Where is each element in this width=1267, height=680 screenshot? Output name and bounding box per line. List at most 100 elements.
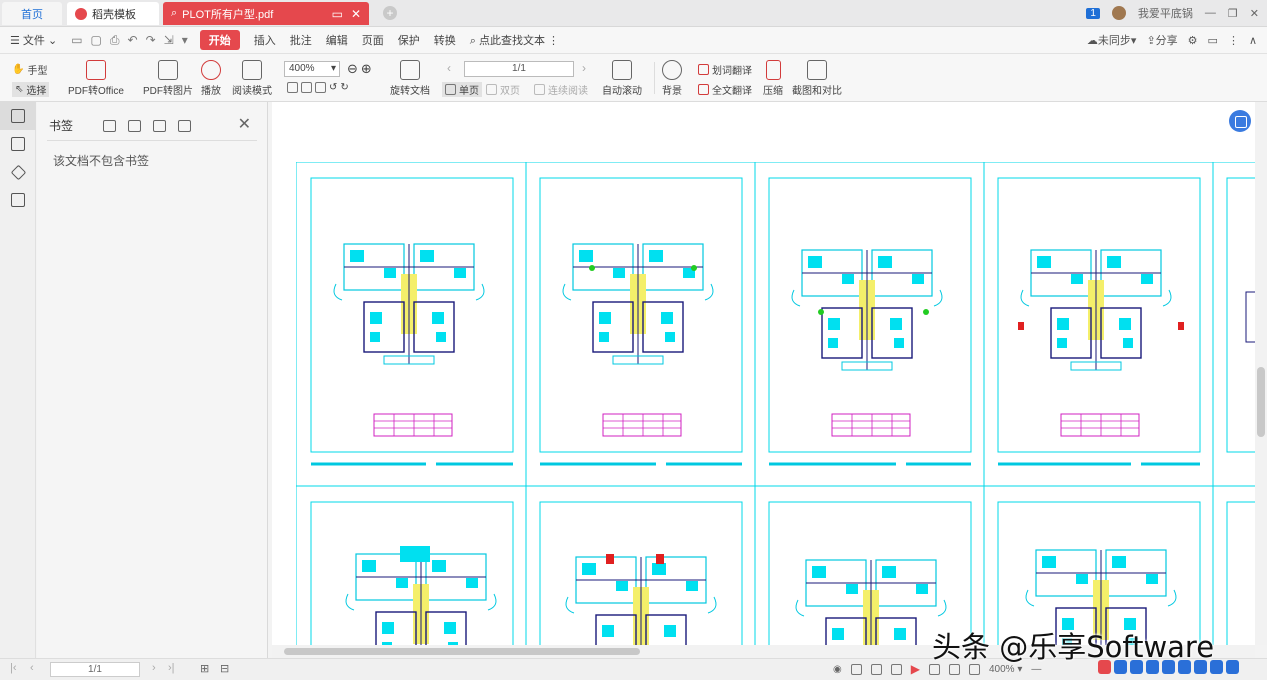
status-fit-icon[interactable]	[890, 663, 902, 675]
tab-start[interactable]: 开始	[199, 30, 240, 50]
open-folder-icon[interactable]: ▭	[71, 33, 82, 48]
share-button[interactable]: ⇪分享	[1146, 32, 1177, 48]
hand-tool[interactable]: ✋ 手型	[12, 62, 47, 77]
prev-page-icon[interactable]: ‹	[447, 61, 451, 75]
actual-size-icon[interactable]	[287, 82, 298, 93]
zoom-in-icon[interactable]: ⊕	[361, 61, 372, 77]
collapse-ribbon-icon[interactable]: ∧	[1249, 34, 1257, 47]
read-mode-button[interactable]: 阅读模式	[232, 60, 272, 97]
rotate-right-icon[interactable]: ↻	[340, 82, 348, 93]
document-view[interactable]	[272, 102, 1255, 645]
vertical-scroll-thumb[interactable]	[1257, 367, 1265, 437]
tab-protect[interactable]: 保护	[398, 32, 420, 48]
tab-pdf[interactable]: ⌕ PLOT所有户型.pdf ▭ ✕	[163, 2, 369, 25]
insert-page-icon[interactable]: ⊟	[220, 662, 229, 675]
tab-annotate[interactable]: 批注	[290, 32, 312, 48]
word-translate-button[interactable]: 划词翻译	[698, 62, 752, 77]
auto-scroll-button[interactable]: 自动滚动	[602, 60, 642, 97]
tab-insert[interactable]: 插入	[254, 32, 276, 48]
pdf-to-office-label: PDF转Office	[68, 86, 124, 97]
tab-page[interactable]: 页面	[362, 32, 384, 48]
tab-edit[interactable]: 编辑	[326, 32, 348, 48]
tag-icon	[10, 164, 26, 180]
continuous-read-button[interactable]: 连续阅读	[534, 82, 588, 97]
export-icon[interactable]: ⇲	[164, 33, 174, 48]
double-page-button[interactable]: 双页	[486, 82, 520, 97]
zoom-out-icon[interactable]: ⊖	[347, 61, 358, 77]
zoom-value: 400%	[289, 63, 315, 74]
settings-icon[interactable]: ⚙	[1188, 34, 1198, 47]
thumbnail-panel-button[interactable]	[0, 130, 36, 158]
play-icon	[201, 60, 221, 80]
rotate-document-label: 旋转文档	[390, 86, 430, 97]
tab-close-icon[interactable]: ✕	[351, 7, 361, 21]
add-bookmark-icon[interactable]	[103, 119, 117, 132]
window-count-badge[interactable]: 1	[1086, 7, 1100, 19]
tab-home[interactable]: 首页	[2, 2, 62, 25]
status-single-icon[interactable]	[850, 663, 862, 675]
add-sub-bookmark-icon[interactable]	[128, 119, 142, 132]
page-input[interactable]: 1/1	[464, 61, 574, 77]
full-translate-label: 全文翻译	[712, 86, 752, 97]
play-button[interactable]: 播放	[201, 60, 221, 97]
pdf-icon: ⌕	[171, 7, 178, 19]
first-page-icon[interactable]: |‹	[10, 662, 17, 674]
select-tool[interactable]: ⇖ 选择	[12, 82, 50, 97]
compress-icon	[765, 60, 781, 80]
sync-button[interactable]: ☁未同步▾	[1087, 32, 1137, 48]
full-translate-button[interactable]: 全文翻译	[698, 82, 752, 97]
pdf-to-image-button[interactable]: PDF转图片	[143, 60, 193, 97]
annotation-panel-button[interactable]	[0, 158, 36, 186]
more-dropdown-icon[interactable]: ▾	[182, 33, 188, 48]
zoom-buttons: ⊖ ⊕	[347, 61, 372, 77]
tab-template-label: 稻壳模板	[92, 8, 136, 21]
new-tab-button[interactable]: +	[383, 6, 397, 20]
fit-width-icon[interactable]	[315, 82, 326, 93]
avatar[interactable]	[1111, 6, 1126, 20]
next-page-icon[interactable]: ›	[582, 61, 586, 75]
redo-icon[interactable]: ↷	[146, 33, 156, 48]
minimize-icon[interactable]: —	[1205, 7, 1216, 19]
bookmark-flag-icon[interactable]	[178, 119, 192, 132]
status-double-icon[interactable]	[870, 663, 882, 675]
rotate-left-icon[interactable]: ↺	[329, 82, 337, 93]
auto-scroll-icon	[612, 60, 632, 80]
rotate-document-button[interactable]: 旋转文档	[390, 60, 430, 97]
feedback-icon[interactable]: ▭	[1208, 34, 1218, 47]
zoom-select[interactable]: 400% ▾	[284, 61, 340, 77]
horizontal-scroll-thumb[interactable]	[284, 648, 640, 655]
single-page-button[interactable]: 单页	[442, 82, 482, 97]
expand-bookmark-icon[interactable]	[153, 119, 167, 132]
screenshot-icon	[807, 60, 827, 80]
tab-float-icon[interactable]: ▭	[332, 7, 343, 21]
fit-page-icon[interactable]	[301, 82, 312, 93]
compress-button[interactable]: 压缩	[763, 60, 783, 97]
file-menu[interactable]: ☰ 文件 ⌄	[10, 32, 57, 48]
tab-template[interactable]: 稻壳模板	[67, 2, 159, 25]
add-page-icon[interactable]: ⊞	[200, 662, 209, 675]
background-button[interactable]: 背景	[662, 60, 682, 97]
next-page-status-icon[interactable]: ›	[152, 662, 156, 674]
attachment-panel-button[interactable]	[0, 186, 36, 214]
pdf-to-office-button[interactable]: PDF转Office	[68, 60, 124, 97]
search-button[interactable]: ⌕ 点此查找文本 ⋮	[470, 32, 559, 48]
last-page-icon[interactable]: ›|	[168, 662, 175, 674]
tab-convert[interactable]: 转换	[434, 32, 456, 48]
save-icon[interactable]: ▢	[91, 33, 102, 48]
eye-icon[interactable]: ◉	[833, 664, 842, 675]
undo-icon[interactable]: ↶	[128, 33, 138, 48]
more-icon[interactable]: ⋮	[1228, 34, 1239, 47]
restore-icon[interactable]: ❐	[1228, 7, 1238, 20]
window-close-icon[interactable]: ✕	[1250, 7, 1259, 20]
print-icon[interactable]: ⎙	[110, 33, 120, 48]
play-status-icon[interactable]: ▶	[911, 662, 920, 676]
tray-grid-icon[interactable]	[1226, 660, 1239, 674]
user-name[interactable]: 我爱平底锅	[1138, 5, 1193, 21]
prev-page-status-icon[interactable]: ‹	[30, 662, 34, 674]
screenshot-compare-button[interactable]: 截图和对比	[792, 60, 842, 97]
float-tool-button[interactable]	[1229, 110, 1251, 132]
close-panel-icon[interactable]: ✕	[238, 114, 251, 134]
bookmark-panel-button[interactable]	[0, 102, 36, 130]
vertical-scrollbar[interactable]	[1255, 102, 1267, 645]
status-page-input[interactable]: 1/1	[50, 662, 140, 677]
